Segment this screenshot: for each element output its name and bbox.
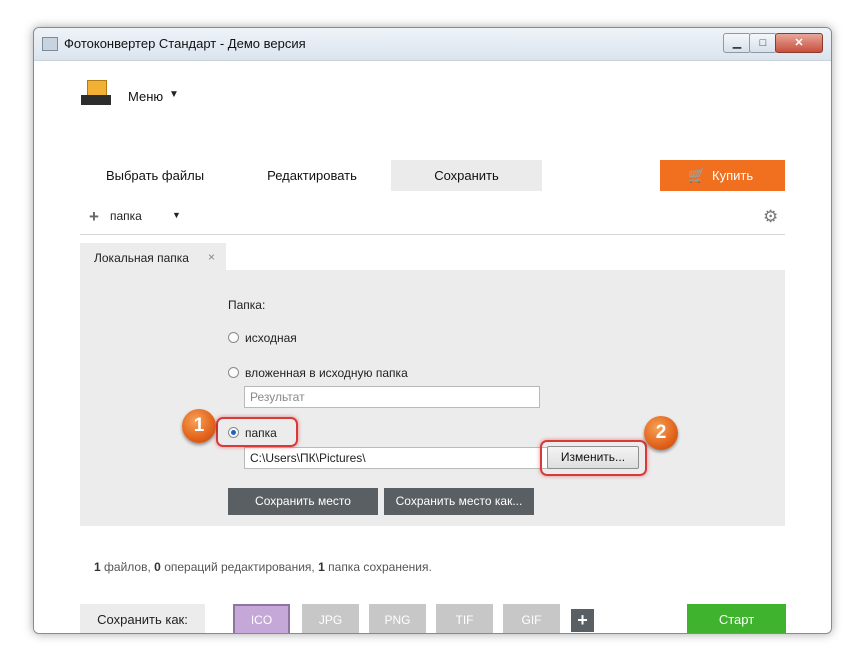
- radio-source[interactable]: [228, 332, 239, 343]
- buy-button[interactable]: 🛒 Купить: [660, 160, 785, 191]
- close-icon[interactable]: ×: [208, 250, 215, 264]
- format-jpg[interactable]: JPG: [302, 604, 359, 633]
- destination-type-label[interactable]: папка: [110, 209, 142, 223]
- buy-label: Купить: [712, 168, 754, 183]
- radio-subfolder-label[interactable]: вложенная в исходную папка: [245, 366, 408, 380]
- files-count: 1: [94, 560, 101, 574]
- plus-icon[interactable]: +: [571, 609, 594, 632]
- main-content: Меню ▼ Выбрать файлы Редактировать Сохра…: [34, 61, 831, 633]
- start-button[interactable]: Старт: [687, 604, 786, 633]
- radio-subfolder[interactable]: [228, 367, 239, 378]
- app-logo-icon[interactable]: [81, 78, 111, 106]
- folder-path-input[interactable]: C:\Users\ПК\Pictures\: [244, 447, 550, 469]
- gear-icon[interactable]: ⚙: [763, 207, 778, 227]
- step-marker-2: 2: [644, 416, 678, 450]
- tab-select-files[interactable]: Выбрать файлы: [80, 160, 230, 191]
- save-location-as-button[interactable]: Сохранить место как...: [384, 488, 534, 515]
- window-title: Фотоконвертер Стандарт - Демо версия: [64, 36, 306, 51]
- format-gif[interactable]: GIF: [503, 604, 560, 633]
- folders-count: 1: [318, 560, 325, 574]
- tab-local-folder[interactable]: Локальная папка ×: [80, 243, 226, 270]
- folders-text: папка сохранения.: [328, 560, 432, 574]
- chevron-down-icon[interactable]: ▼: [172, 210, 181, 220]
- subfolder-name-input[interactable]: Результат: [244, 386, 540, 408]
- radio-source-label[interactable]: исходная: [245, 331, 297, 345]
- format-png[interactable]: PNG: [369, 604, 426, 633]
- callout-highlight-1: [216, 417, 298, 447]
- chevron-down-icon[interactable]: ▼: [169, 89, 179, 100]
- logo-base: [81, 95, 111, 105]
- close-button[interactable]: ✕: [775, 33, 823, 53]
- app-window: Фотоконвертер Стандарт - Демо версия ▁ □…: [33, 27, 832, 634]
- save-as-label: Сохранить как:: [80, 604, 205, 633]
- divider: [80, 234, 785, 235]
- plus-icon[interactable]: +: [89, 207, 99, 227]
- title-bar: Фотоконвертер Стандарт - Демо версия ▁ □…: [34, 28, 831, 61]
- minimize-button[interactable]: ▁: [723, 33, 751, 53]
- callout-highlight-2: [540, 440, 647, 476]
- format-ico[interactable]: ICO: [233, 604, 290, 633]
- tab-edit[interactable]: Редактировать: [237, 160, 387, 191]
- files-text: файлов,: [104, 560, 151, 574]
- tab-save[interactable]: Сохранить: [391, 160, 542, 191]
- tab-local-folder-label: Локальная папка: [94, 251, 189, 265]
- save-location-button[interactable]: Сохранить место: [228, 488, 378, 515]
- menu-button[interactable]: Меню: [128, 89, 163, 104]
- status-summary: 1 файлов, 0 операций редактирования, 1 п…: [94, 560, 432, 574]
- maximize-button[interactable]: □: [749, 33, 777, 53]
- cart-icon: 🛒: [688, 167, 706, 183]
- format-tif[interactable]: TIF: [436, 604, 493, 633]
- folder-heading: Папка:: [228, 298, 266, 312]
- app-icon: [42, 37, 58, 51]
- operations-count: 0: [154, 560, 161, 574]
- operations-text: операций редактирования,: [164, 560, 315, 574]
- step-marker-1: 1: [182, 409, 216, 443]
